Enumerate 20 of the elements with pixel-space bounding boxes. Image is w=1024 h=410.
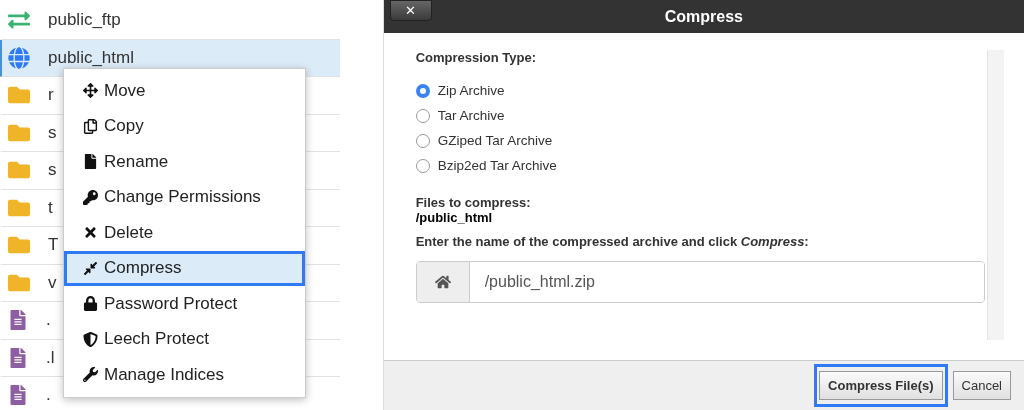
radio-label: GZiped Tar Archive <box>437 133 553 148</box>
file-name: s <box>48 122 57 143</box>
file-name: .l <box>46 347 55 368</box>
file-name: . <box>46 310 51 331</box>
dialog-title: Compress <box>664 7 743 26</box>
file-name: v <box>48 272 57 293</box>
file-name: public_ftp <box>48 10 121 31</box>
file-name: public_html <box>48 47 134 68</box>
radio-label: Tar Archive <box>437 108 505 123</box>
file-name: T <box>48 235 59 256</box>
section-label: Compression Type: <box>415 50 538 65</box>
archive-name-label: Enter the name of the compressed archive and click Compress: <box>415 234 810 249</box>
file-name: . <box>46 385 51 406</box>
files-label: Files to compress: <box>415 195 532 210</box>
file-name: t <box>48 197 53 218</box>
file-name: r <box>48 85 54 106</box>
radio-label: Bzip2ed Tar Archive <box>437 158 557 173</box>
file-name: s <box>48 160 57 181</box>
files-value: /public_html <box>415 210 494 225</box>
radio-label: Zip Archive <box>437 83 505 98</box>
